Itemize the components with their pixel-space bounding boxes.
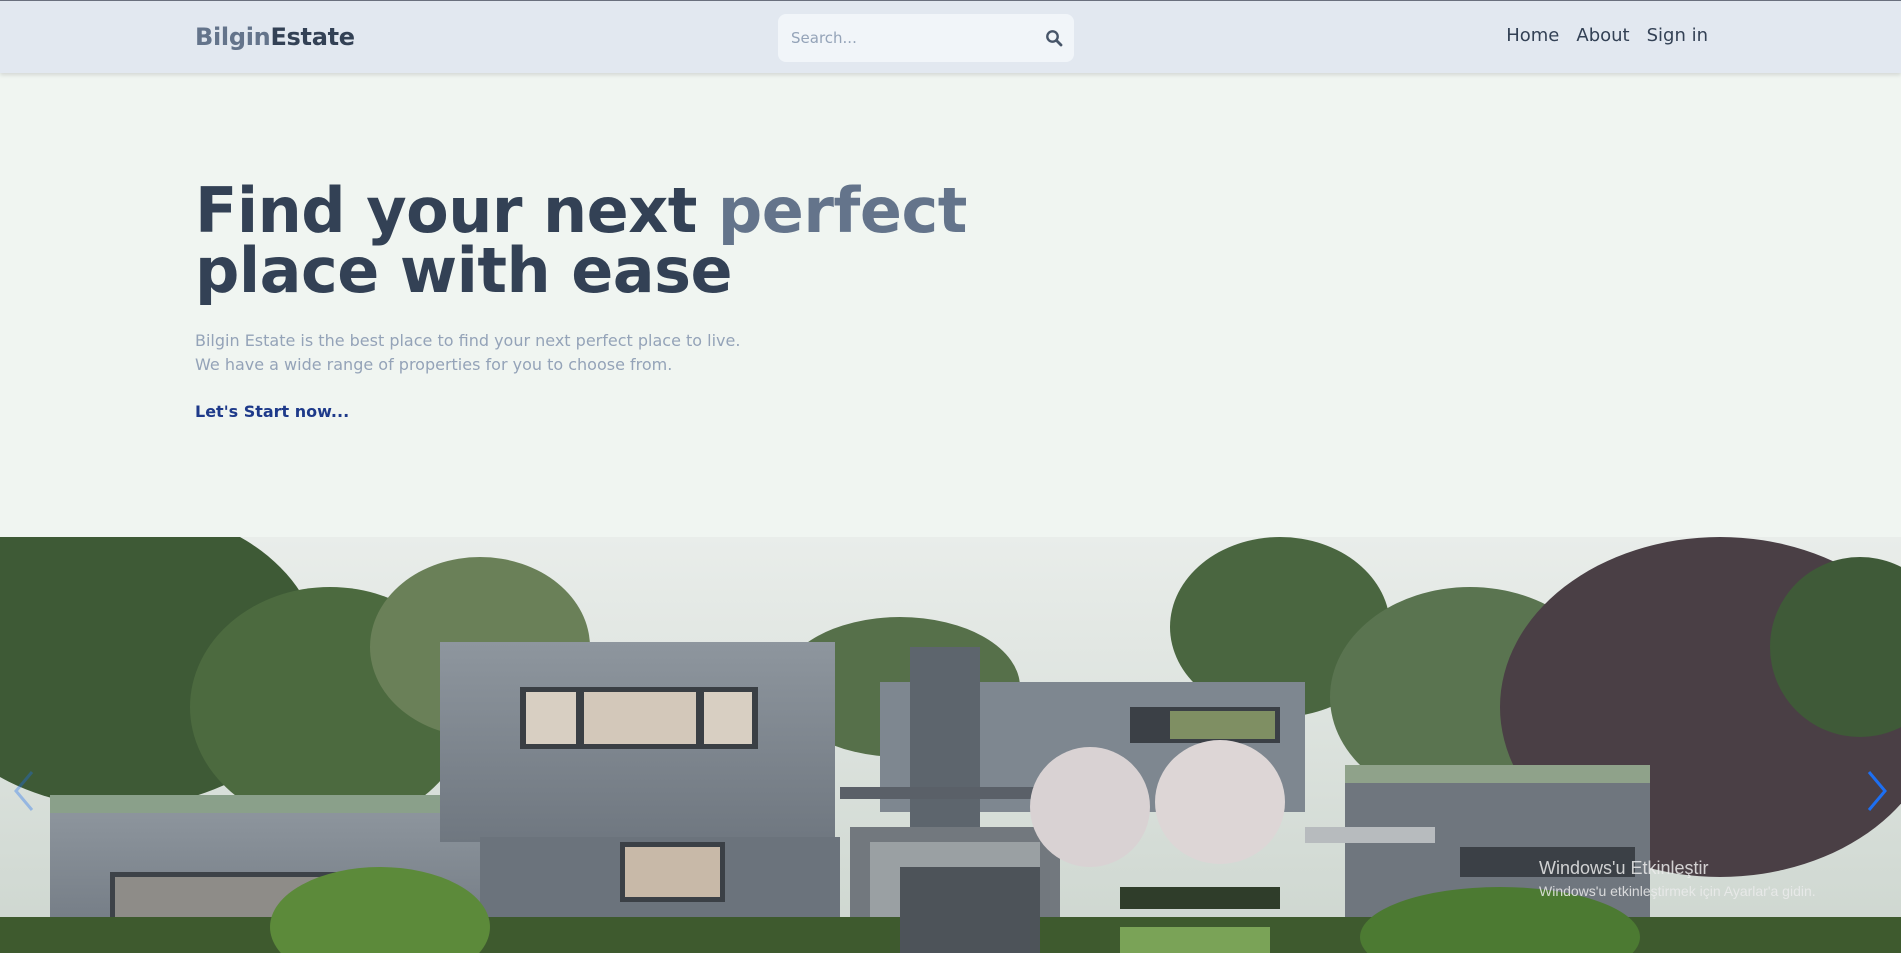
site-header: BilginEstate Home About Sign in [0,1,1901,73]
nav-about-link[interactable]: About [1576,25,1629,46]
search-box [778,14,1074,62]
main-nav: Home About Sign in [1506,25,1708,46]
brand-name-part1: Bilgin [195,23,271,51]
hero-description: Bilgin Estate is the best place to find … [195,329,740,377]
hero-title-highlight: perfect [717,174,967,247]
nav-signin-link[interactable]: Sign in [1647,25,1708,46]
watermark-title: Windows'u Etkinleştir [1539,858,1709,878]
search-input[interactable] [778,14,1028,62]
hero-description-line2: We have a wide range of properties for y… [195,355,673,374]
hero-section: Find your next perfect place with ease B… [0,73,1901,537]
windows-activation-watermark: Windows'u Etkinleştir Windows'u etkinleş… [1539,858,1816,899]
property-carousel: Windows'u Etkinleştir Windows'u etkinleş… [0,537,1901,953]
nav-home-link[interactable]: Home [1506,25,1559,46]
hero-title-end: place with ease [195,234,733,307]
chevron-right-icon [1867,771,1887,811]
start-now-link[interactable]: Let's Start now... [195,402,349,421]
chevron-left-icon [14,771,34,811]
carousel-prev-button[interactable] [8,766,42,816]
hero-description-line1: Bilgin Estate is the best place to find … [195,331,741,350]
carousel-next-button[interactable] [1859,766,1893,816]
brand-name-part2: Estate [270,23,355,51]
brand-logo[interactable]: BilginEstate [195,23,355,51]
search-icon[interactable] [1045,29,1063,47]
watermark-subtitle: Windows'u etkinleştirmek için Ayarlar'a … [1539,883,1816,899]
hero-title: Find your next perfect place with ease [195,180,975,302]
